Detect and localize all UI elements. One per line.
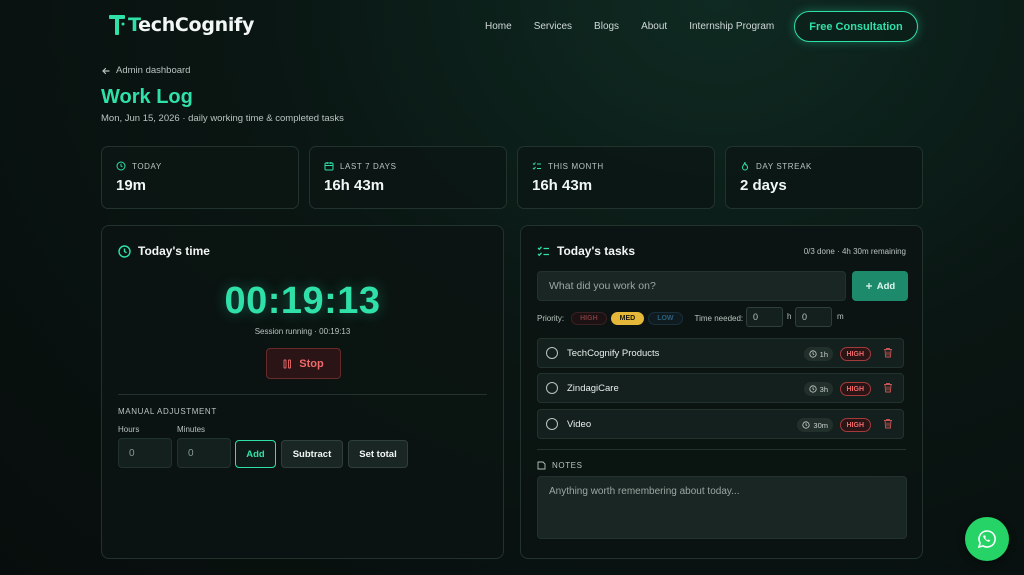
panel-title: Today's time — [118, 244, 210, 258]
whatsapp-button[interactable] — [965, 517, 1009, 561]
session-status: Session running · 00:19:13 — [254, 327, 351, 336]
task-name: ZindagiCare — [567, 383, 619, 394]
task-time-badge: 3h — [803, 382, 833, 396]
calendar-icon — [324, 162, 334, 171]
nav-home[interactable]: Home — [485, 21, 512, 32]
time-needed-minutes-input[interactable]: 0 — [795, 307, 832, 327]
task-progress-summary: 0/3 done · 4h 30m remaining — [803, 247, 906, 256]
stat-label: TODAY — [116, 161, 162, 171]
trash-icon[interactable] — [883, 382, 893, 393]
whatsapp-icon — [977, 530, 996, 549]
note-icon — [537, 461, 546, 470]
checklist-icon — [532, 162, 541, 170]
time-needed-label: Time needed: — [694, 313, 744, 323]
task-checkbox[interactable] — [546, 418, 558, 430]
priority-label: Priority: — [537, 313, 565, 323]
divider — [537, 449, 906, 450]
priority-low-option[interactable]: LOW — [648, 311, 683, 325]
hours-input[interactable]: 0 — [118, 438, 172, 468]
stat-value: 19m — [116, 177, 147, 194]
task-priority-badge: HIGH — [839, 382, 871, 396]
stat-value: 16h 43m — [324, 177, 385, 194]
logo[interactable]: TechCognify — [108, 13, 254, 37]
minutes-label: Minutes — [177, 425, 206, 434]
todays-time-panel: Today's time 00:19:13 Session running · … — [101, 225, 504, 559]
top-navigation: TechCognify Home Services Blogs About In… — [0, 0, 1024, 54]
todays-tasks-panel: Today's tasks 0/3 done · 4h 30m remainin… — [520, 225, 923, 559]
task-priority-badge: HIGH — [839, 418, 871, 432]
priority-med-option[interactable]: MED — [610, 311, 645, 325]
nav-services[interactable]: Services — [534, 21, 572, 32]
nav-blogs[interactable]: Blogs — [594, 21, 619, 32]
stat-label: DAY STREAK — [740, 161, 812, 171]
task-checkbox[interactable] — [546, 347, 558, 359]
task-name: Video — [567, 419, 592, 430]
add-time-button[interactable]: Add — [235, 440, 276, 468]
stat-label: THIS MONTH — [532, 161, 604, 171]
back-to-admin-link[interactable]: Admin dashboard — [101, 65, 190, 76]
clock-icon — [118, 244, 131, 258]
free-consultation-button[interactable]: Free Consultation — [794, 11, 918, 42]
task-time-badge: 30m — [797, 418, 833, 432]
minutes-unit: m — [837, 312, 844, 321]
priority-high-option[interactable]: HIGH — [571, 311, 607, 325]
add-task-button[interactable]: Add — [852, 271, 908, 301]
notes-label: NOTES — [537, 461, 583, 470]
plus-icon — [865, 283, 872, 289]
task-priority-badge: HIGH — [839, 347, 871, 361]
flame-icon — [741, 161, 749, 171]
trash-icon[interactable] — [883, 418, 893, 429]
nav-about[interactable]: About — [641, 21, 667, 32]
page-subtitle: Mon, Jun 15, 2026 · daily working time &… — [101, 113, 344, 124]
logo-text: TechCognify — [128, 14, 255, 36]
arrow-left-icon — [102, 67, 110, 74]
clock-icon — [809, 350, 817, 358]
divider — [118, 394, 487, 395]
task-time-badge: 1h — [803, 347, 833, 361]
set-total-button[interactable]: Set total — [348, 440, 408, 468]
nav-internship-program[interactable]: Internship Program — [689, 21, 774, 32]
trash-icon[interactable] — [883, 347, 893, 358]
manual-adjustment-label: MANUAL ADJUSTMENT — [118, 407, 217, 416]
stat-card-last-7-days: LAST 7 DAYS 16h 43m — [309, 146, 507, 209]
timer-display: 00:19:13 — [224, 280, 381, 322]
task-input[interactable]: What did you work on? — [537, 271, 846, 301]
priority-selector: Priority: HIGH MED LOW Time needed: — [537, 310, 743, 326]
task-row: ZindagiCare 3h HIGH — [537, 373, 904, 403]
time-needed-hours-input[interactable]: 0 — [746, 307, 783, 327]
hours-unit: h — [787, 312, 792, 321]
subtract-time-button[interactable]: Subtract — [281, 440, 343, 468]
notes-textarea[interactable]: Anything worth remembering about today..… — [537, 476, 907, 539]
clock-icon — [809, 385, 817, 393]
nav-links: Home Services Blogs About Internship Pro… — [485, 21, 796, 32]
panel-title: Today's tasks — [537, 244, 635, 258]
page-title: Work Log — [101, 86, 193, 108]
task-row: Video 30m HIGH — [537, 409, 904, 439]
task-checkbox[interactable] — [546, 382, 558, 394]
stat-value: 2 days — [740, 177, 787, 194]
checklist-icon — [537, 245, 549, 256]
back-label: Admin dashboard — [116, 65, 191, 76]
stat-value: 16h 43m — [532, 177, 593, 194]
task-name: TechCognify Products — [567, 348, 660, 359]
stat-card-this-month: THIS MONTH 16h 43m — [517, 146, 715, 209]
stat-label: LAST 7 DAYS — [324, 161, 397, 171]
clock-icon — [116, 161, 126, 171]
minutes-input[interactable]: 0 — [177, 438, 231, 468]
hours-label: Hours — [118, 425, 140, 434]
pause-icon — [283, 359, 292, 368]
stop-button[interactable]: Stop — [266, 348, 341, 379]
logo-mark-icon — [109, 15, 125, 35]
stat-card-today: TODAY 19m — [101, 146, 299, 209]
task-row: TechCognify Products 1h HIGH — [537, 338, 904, 368]
stat-card-day-streak: DAY STREAK 2 days — [725, 146, 923, 209]
clock-icon — [802, 421, 811, 429]
